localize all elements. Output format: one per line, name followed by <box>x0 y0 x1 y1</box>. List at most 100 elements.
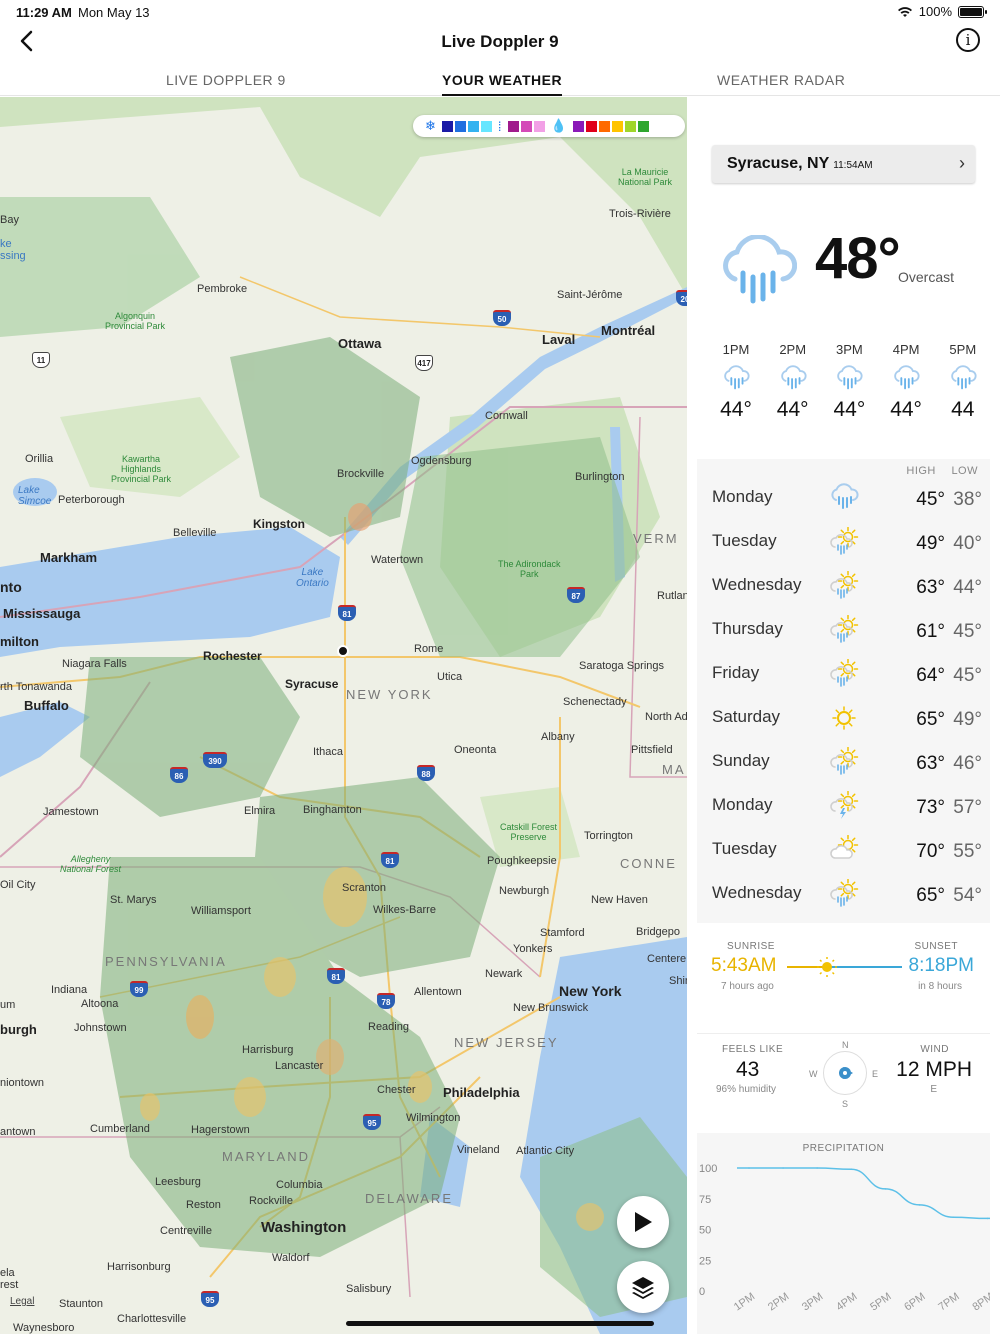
hourly-time: 5PM <box>949 342 977 357</box>
map-label: Shir <box>669 975 687 987</box>
precip-point <box>918 1204 921 1206</box>
wind-direction: E <box>930 1084 937 1095</box>
daily-day: Monday <box>712 487 773 506</box>
sun-rain-icon <box>829 570 859 601</box>
legend-swatch <box>533 120 545 132</box>
daily-row[interactable]: Sunday 63° 46° <box>697 745 990 789</box>
sun-rain-icon <box>829 746 859 777</box>
highway-shield: 20 <box>676 290 687 306</box>
map-label: Allentown <box>414 986 462 998</box>
radar-map[interactable]: ❄ ⁞ 💧 Montréal Laval Ottawa Saint-Jérôme… <box>0 97 687 1334</box>
daily-row[interactable]: Monday 73° 57° <box>697 789 990 833</box>
high-header: HIGH <box>906 465 936 477</box>
hourly-time: 4PM <box>892 342 920 357</box>
low-header: LOW <box>951 465 978 477</box>
daily-row[interactable]: Monday 45° 38° <box>697 481 990 525</box>
daily-day: Sunday <box>712 751 770 770</box>
legend-swatch <box>467 120 479 132</box>
daily-row[interactable]: Wednesday 65° 54° <box>697 877 990 921</box>
daily-row[interactable]: Tuesday 49° 40° <box>697 525 990 569</box>
daily-low: 44° <box>953 577 982 598</box>
map-label: Torrington <box>584 830 633 842</box>
sun-rain-icon <box>829 658 859 689</box>
home-indicator <box>346 1321 654 1326</box>
precip-point <box>782 1167 784 1169</box>
daily-header: HIGH LOW <box>894 465 978 477</box>
location-pin[interactable] <box>337 645 349 657</box>
x-tick-label: 1PM <box>732 1291 757 1314</box>
tab-weather-radar[interactable]: WEATHER RADAR <box>717 72 845 88</box>
legend-swatch <box>507 120 519 132</box>
rain-icon <box>722 365 750 393</box>
highway-shield: 81 <box>327 968 345 984</box>
status-right: 100% <box>897 4 987 19</box>
location-time: 11:54AM <box>833 160 873 171</box>
sun-rain-icon <box>829 526 859 557</box>
hourly-item: 3PM 44° <box>821 342 877 422</box>
hourly-item: 4PM 44° <box>878 342 934 422</box>
map-label: La Mauricie National Park <box>618 167 673 187</box>
x-tick-label: 2PM <box>766 1291 791 1314</box>
y-tick-label: 100 <box>699 1163 717 1175</box>
daily-low: 54° <box>953 885 982 906</box>
map-label: Columbia <box>276 1179 323 1191</box>
humidity-value: 96% humidity <box>716 1084 777 1095</box>
nav-title: Live Doppler 9 <box>441 32 559 51</box>
hourly-temp: 44° <box>776 398 809 421</box>
map-label: Burlington <box>575 471 625 483</box>
daily-row[interactable]: Friday 64° 45° <box>697 657 990 701</box>
x-tick-label: 4PM <box>834 1291 859 1314</box>
map-label: Ogdensburg <box>411 455 472 467</box>
map-label: Brockville <box>337 468 385 480</box>
status-time: 11:29 AM <box>16 5 72 20</box>
highway-shield: 78 <box>377 993 395 1009</box>
map-label: Markham <box>40 550 98 565</box>
map-label: Utica <box>437 671 463 683</box>
legal-link[interactable]: Legal <box>10 1296 34 1307</box>
layers-button[interactable] <box>617 1261 669 1313</box>
hourly-forecast[interactable]: 1PM 44° 2PM 44° 3PM 44° 4PM 44° 5PM 44 <box>707 342 1000 437</box>
daily-high: 73° <box>916 797 945 818</box>
highway-shield: 390 <box>203 752 227 768</box>
precip-point <box>850 1168 853 1171</box>
map-label: Poughkeepsie <box>487 855 557 867</box>
legend-swatch <box>454 120 466 132</box>
daily-row[interactable]: Tuesday 70° 55° <box>697 833 990 877</box>
map-label: New Haven <box>591 894 648 906</box>
map-label: St. Marys <box>110 894 157 906</box>
location-name: Syracuse, NY 11:54AM <box>727 155 873 172</box>
play-button[interactable] <box>617 1196 669 1248</box>
rain-icon <box>835 365 863 393</box>
daily-low: 55° <box>953 841 982 862</box>
x-tick-label: 6PM <box>902 1291 927 1314</box>
daily-row[interactable]: Wednesday 63° 44° <box>697 569 990 613</box>
legend-swatch <box>572 120 584 132</box>
rain-icon <box>949 365 977 393</box>
map-label: Washington <box>261 1219 347 1236</box>
daily-row[interactable]: Saturday 65° 49° <box>697 701 990 745</box>
map-label: Harrisonburg <box>107 1261 171 1273</box>
map-label: Stamford <box>540 927 585 939</box>
y-tick-label: 75 <box>699 1194 711 1206</box>
info-icon[interactable]: i <box>956 28 980 52</box>
tab-your-weather[interactable]: YOUR WEATHER <box>442 72 563 96</box>
daily-low: 40° <box>953 533 982 554</box>
map-label: MARYLAND <box>222 1149 311 1164</box>
map-label: Allegheny National Forest <box>60 854 122 874</box>
daily-row[interactable]: Thursday 61° 45° <box>697 613 990 657</box>
daily-low: 38° <box>953 489 982 510</box>
sunset-time: 8:18PM <box>908 955 974 976</box>
chevron-right-icon: › <box>959 153 965 173</box>
map-label: Rutlan <box>657 590 687 602</box>
map-label: Elmira <box>244 805 276 817</box>
precip-point <box>748 1167 750 1169</box>
map-label: Oil City <box>0 879 36 891</box>
hourly-time: 3PM <box>836 342 863 357</box>
tab-live-doppler[interactable]: LIVE DOPPLER 9 <box>166 72 286 88</box>
map-label: Newark <box>485 968 523 980</box>
rain-icon <box>829 483 859 513</box>
location-selector[interactable]: Syracuse, NY 11:54AM › <box>712 145 975 183</box>
legend-swatch <box>441 120 453 132</box>
map-label: antown <box>0 1126 36 1138</box>
compass-n: N <box>842 1040 849 1050</box>
